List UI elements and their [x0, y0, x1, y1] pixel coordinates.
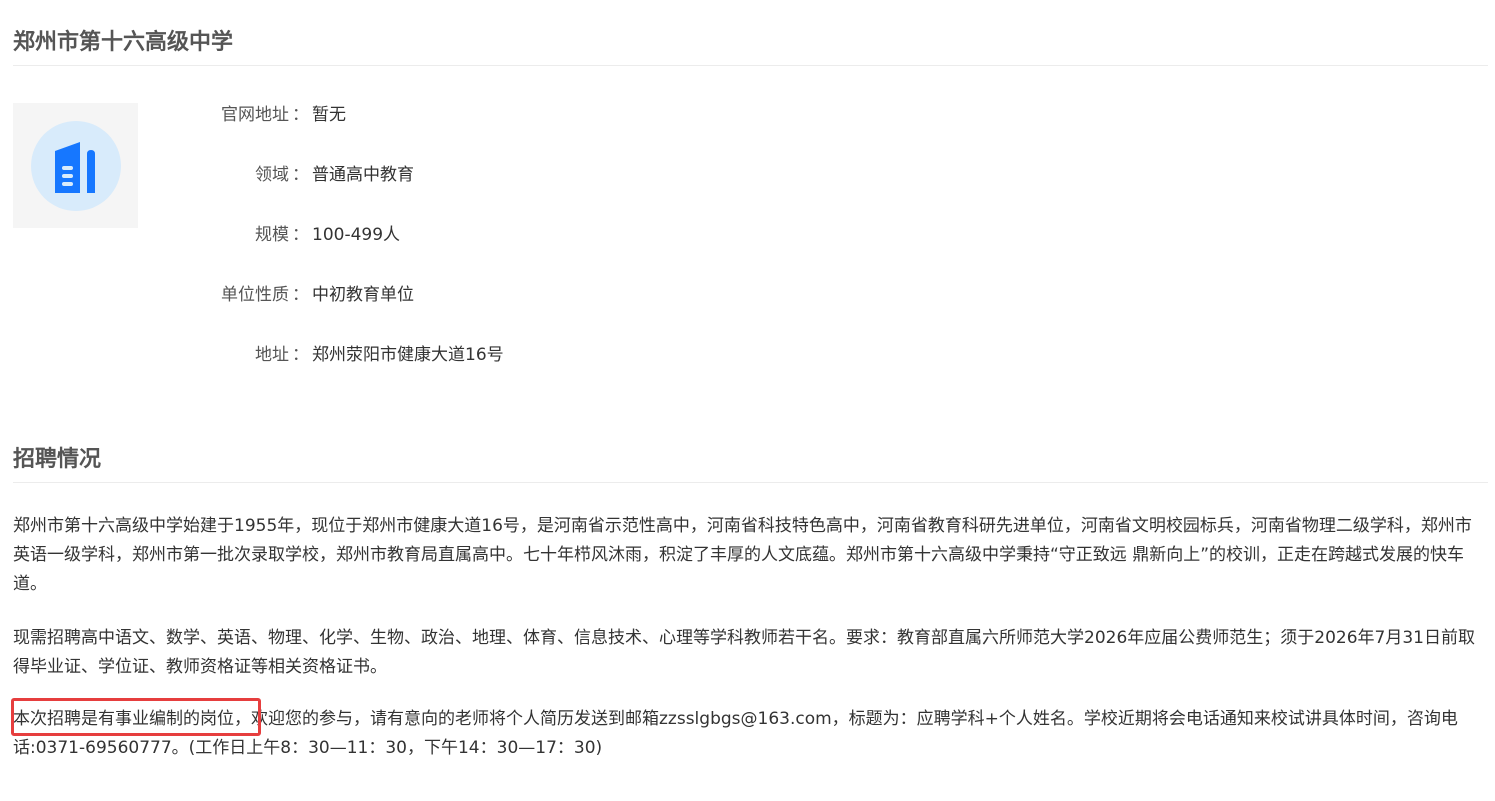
info-label: 单位性质 — [221, 285, 289, 305]
company-name-heading: 郑州市第十六高级中学 — [13, 30, 234, 55]
info-label: 领域 — [255, 165, 289, 185]
school-intro-paragraph: 郑州市第十六高级中学始建于1955年，现位于郑州市健康大道16号，是河南省示范性… — [13, 516, 1472, 594]
info-colon: ： — [292, 165, 309, 185]
info-row-address: 地址：郑州荥阳市健康大道16号 — [140, 342, 504, 368]
company-logo — [13, 103, 138, 228]
info-colon: ： — [292, 285, 309, 305]
info-row-scale: 规模： 100-499人 — [140, 222, 400, 248]
info-colon: ： — [292, 225, 309, 245]
info-label: 规模 — [255, 225, 289, 245]
info-colon: ： — [292, 105, 309, 125]
positions-paragraph: 现需招聘高中语文、数学、英语、物理、化学、生物、政治、地理、体育、信息技术、心理… — [13, 628, 1475, 677]
company-detail-page: 郑州市第十六高级中学 官网地址：暂无 领域：普通高中教育 规模： 100-499人… — [0, 0, 1495, 801]
info-value: 中初教育单位 — [312, 285, 414, 305]
info-row-field: 领域：普通高中教育 — [140, 162, 414, 188]
heading-divider — [13, 65, 1488, 66]
highlight-box — [11, 698, 261, 736]
info-value: 100-499人 — [312, 225, 401, 245]
info-value: 暂无 — [312, 105, 346, 125]
info-value: 郑州荥阳市健康大道16号 — [312, 345, 504, 365]
recruitment-heading: 招聘情况 — [13, 447, 102, 472]
recruitment-divider — [13, 482, 1488, 483]
info-value: 普通高中教育 — [312, 165, 414, 185]
info-row-nature: 单位性质：中初教育单位 — [140, 282, 414, 308]
building-icon — [31, 121, 121, 211]
info-label: 官网地址 — [221, 105, 289, 125]
info-label: 地址 — [255, 345, 289, 365]
info-colon: ： — [292, 345, 309, 365]
info-row-website: 官网地址：暂无 — [140, 102, 346, 128]
